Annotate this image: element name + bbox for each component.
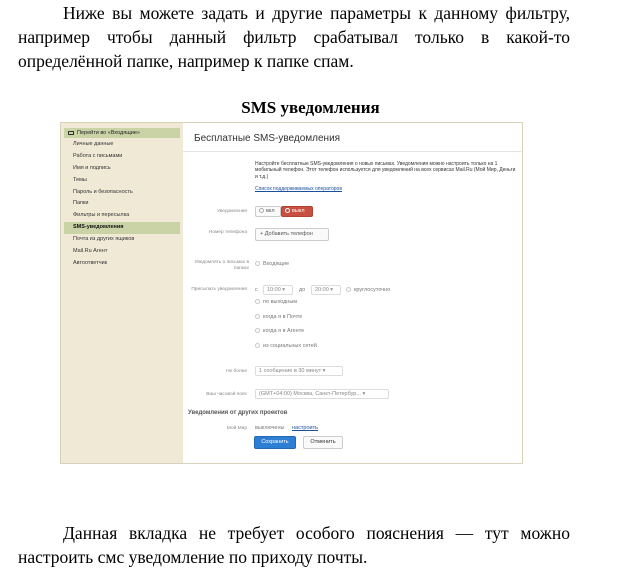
to-prefix: до	[299, 287, 306, 293]
checkbox-icon	[255, 314, 260, 320]
operators-link[interactable]: Список поддерживаемых операторов	[255, 186, 342, 192]
sidebar-item-name-signature[interactable]: Имя и подпись	[64, 163, 180, 175]
weekends-option[interactable]: по выходным	[255, 299, 297, 305]
inbox-label: Входящие	[263, 261, 290, 267]
to-time-select[interactable]: 20:00 ▾	[311, 285, 341, 295]
all-day-option[interactable]: круглосуточно	[346, 287, 390, 293]
sidebar-item-autoreply[interactable]: Автоответчик	[64, 258, 180, 270]
from-time-select[interactable]: 10:00 ▾	[263, 285, 293, 295]
my-world-label: Мой Мир	[226, 426, 247, 431]
radio-icon	[285, 208, 290, 214]
add-phone-button[interactable]: + Добавить телефон	[255, 228, 329, 241]
page-title: Бесплатные SMS-уведомления	[194, 133, 341, 144]
off-label: выкл	[292, 208, 305, 214]
checkbox-icon	[346, 287, 351, 293]
in-mail-label: когда я в Почте	[263, 314, 303, 320]
timezone-label: Ваш часовой пояс	[206, 392, 247, 397]
title-divider	[183, 151, 522, 152]
sidebar-item-sms[interactable]: SMS-уведомления	[64, 222, 180, 235]
save-button[interactable]: Сохранить	[254, 436, 296, 449]
sidebar-item-other-mailboxes[interactable]: Почта из других ящиков	[64, 234, 180, 246]
in-mail-option[interactable]: когда я в Почте	[255, 314, 302, 320]
notify-folders-label: Уведомлять о письмах в папках	[194, 260, 249, 271]
phone-label: Номер телефона	[208, 230, 247, 235]
social-label: из социальных сетей	[263, 343, 317, 349]
intro-paragraph: Ниже вы можете задать и другие параметры…	[18, 3, 570, 71]
checkbox-icon	[255, 261, 260, 267]
sidebar-item-filters[interactable]: Фильтры и пересылка	[64, 210, 180, 222]
checkbox-icon	[255, 343, 260, 349]
notify-folder-inbox[interactable]: Входящие	[255, 261, 289, 267]
section-heading: SMS уведомления	[241, 98, 380, 117]
sidebar-menu: Личные данные Работа с письмами Имя и по…	[64, 139, 180, 270]
my-world-status-row: выключены настроить	[255, 425, 318, 431]
on-label: вкл	[266, 208, 275, 214]
social-option[interactable]: из социальных сетей	[255, 343, 317, 349]
timezone-value: (GMT+04:00) Москва, Санкт-Петербур...	[259, 391, 361, 397]
cancel-button[interactable]: Отменить	[303, 436, 343, 449]
from-time-value: 10:00	[267, 287, 281, 293]
sidebar-item-agent[interactable]: Mail.Ru Агент	[64, 246, 180, 258]
my-world-status: выключены	[255, 425, 285, 431]
checkbox-icon	[255, 299, 260, 305]
back-to-inbox-link[interactable]: Перейти во «Входящие»	[64, 128, 180, 138]
to-time-value: 20:00	[315, 287, 329, 293]
sidebar-item-folders[interactable]: Папки	[64, 198, 180, 210]
sidebar-item-security[interactable]: Пароль и безопасность	[64, 187, 180, 199]
settings-screenshot: Перейти во «Входящие» Личные данные Рабо…	[60, 122, 523, 464]
limit-label: Не более	[226, 369, 247, 374]
configure-link[interactable]: настроить	[292, 425, 318, 431]
notifications-off-toggle[interactable]: выкл	[281, 206, 313, 217]
closing-paragraph: Данная вкладка не требует особого поясне…	[18, 523, 570, 567]
radio-icon	[259, 208, 264, 214]
sidebar-item-mail-work[interactable]: Работа с письмами	[64, 151, 180, 163]
from-prefix: с	[255, 287, 258, 293]
limit-select[interactable]: 1 сообщение в 30 минут ▾	[255, 366, 343, 376]
in-agent-option[interactable]: когда я в Агенте	[255, 328, 304, 334]
limit-value: 1 сообщение в 30 минут	[259, 368, 322, 374]
settings-sidebar: Перейти во «Входящие» Личные данные Рабо…	[61, 123, 182, 463]
other-projects-heading: Уведомления от других проектов	[188, 410, 288, 416]
sms-settings-panel: Бесплатные SMS-уведомления Настройте бес…	[183, 123, 522, 463]
all-day-label: круглосуточно	[354, 287, 391, 293]
notifications-on-toggle[interactable]: вкл	[255, 206, 281, 217]
back-label: Перейти во «Входящие»	[77, 130, 140, 136]
send-time-label: Присылать уведомления	[191, 287, 247, 292]
in-agent-label: когда я в Агенте	[263, 328, 305, 334]
intro-text: Настройте бесплатные SMS-уведомления о н…	[255, 161, 516, 180]
sidebar-item-personal[interactable]: Личные данные	[64, 139, 180, 151]
weekends-label: по выходным	[263, 299, 298, 305]
sidebar-item-themes[interactable]: Темы	[64, 175, 180, 187]
timezone-select[interactable]: (GMT+04:00) Москва, Санкт-Петербур... ▾	[255, 389, 389, 399]
notifications-label: Уведомления	[217, 209, 247, 214]
checkbox-icon	[255, 328, 260, 334]
envelope-icon	[68, 130, 74, 135]
